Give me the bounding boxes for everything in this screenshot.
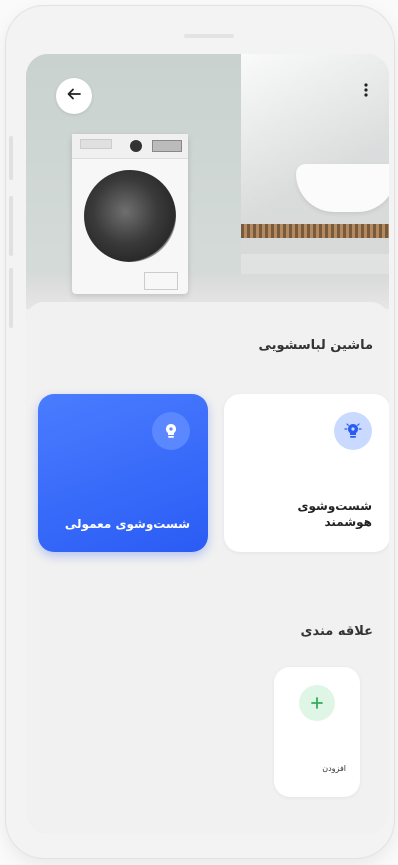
bath-mat-illustration [241,224,389,238]
back-button[interactable] [56,78,92,114]
device-frame: ماشین لباسشویی شست‌وشوی هوشمند [6,6,394,858]
mode-card-smart-wash[interactable]: شست‌وشوی هوشمند [224,394,389,552]
more-vertical-icon [363,82,369,102]
mode-card-normal-wash[interactable]: شست‌وشوی معمولی [38,394,208,552]
app-screen: ماشین لباسشویی شست‌وشوی هوشمند [26,54,389,834]
content-sheet: ماشین لباسشویی شست‌وشوی هوشمند [26,302,389,834]
washer-knob [130,140,142,152]
washer-display [152,140,182,152]
mode-label: شست‌وشوی هوشمند [297,499,373,529]
hero-image [26,54,389,309]
device-title: ماشین لباسشویی [258,338,373,353]
washing-machine-illustration [72,134,188,294]
device-side-button [9,196,13,256]
washer-drawer [80,139,112,149]
more-menu-button[interactable] [356,74,376,110]
bulb-gear-icon [334,412,372,450]
washer-door [84,170,176,262]
device-side-button [9,136,13,180]
favorites-title: علاقه مندی [300,624,373,639]
washer-panel [72,134,188,159]
plus-icon [299,685,335,721]
mode-label: شست‌وشوی معمولی [64,517,190,531]
add-favorite-card[interactable]: افزودن [274,667,360,797]
device-side-button [9,268,13,328]
add-favorite-label: افزودن [322,764,346,773]
device-speaker [184,34,234,38]
bulb-gear-icon [152,412,190,450]
arrow-left-icon [66,86,82,106]
washer-filter-cover [144,272,178,290]
